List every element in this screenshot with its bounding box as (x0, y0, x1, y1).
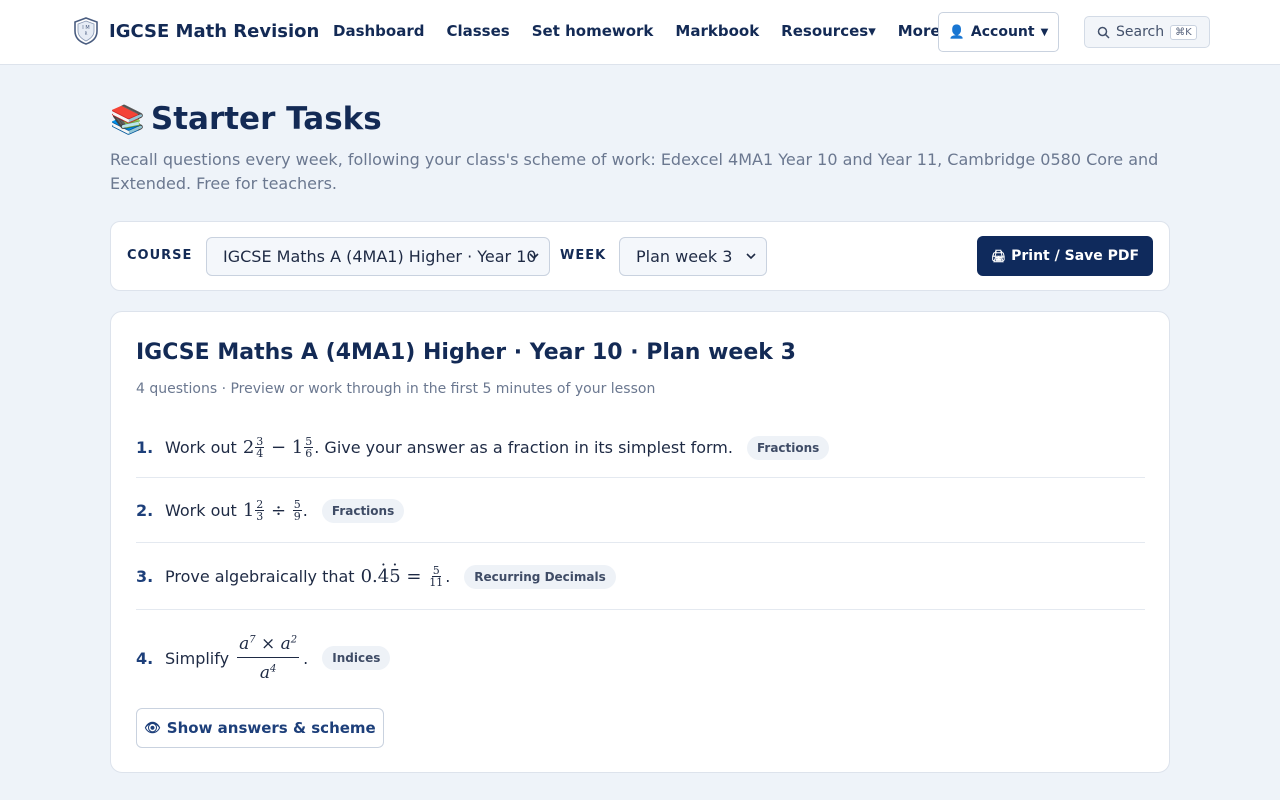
card-title: IGCSE Maths A (4MA1) Higher · Year 10 · … (136, 340, 796, 365)
week-select[interactable]: Plan week 3 (619, 237, 767, 276)
topic-tag: Fractions (321, 498, 405, 523)
question-prefix: Work out (165, 438, 237, 457)
search-label: Search (1116, 24, 1165, 40)
brand-name: IGCSE Math Revision (109, 20, 320, 42)
chevron-down-icon: ▼ (1040, 26, 1049, 38)
chevron-down-icon (529, 253, 539, 260)
brand[interactable]: I M R IGCSE Math Revision (73, 17, 319, 45)
account-label: Account (970, 24, 1035, 40)
shield-logo-icon: I M R (74, 17, 98, 45)
course-select-value: IGCSE Maths A (4MA1) Higher · Year 10 (223, 247, 537, 266)
eye-icon: 👁 (144, 720, 161, 736)
question-suffix: . (302, 501, 308, 520)
question-suffix: . (445, 567, 451, 586)
math-expression: 0.45 = 511 (361, 565, 446, 588)
question-suffix: . Give your answer as a fraction in its … (314, 438, 733, 457)
week-label: WEEK (560, 248, 607, 263)
question-prefix: Work out (165, 501, 237, 520)
nav-resources-dropdown[interactable]: Resources▾ (781, 22, 876, 40)
topic-tag: Recurring Decimals (464, 564, 616, 589)
question-row: 2. Work out 123 ÷ 59 . Fractions (136, 479, 1145, 543)
controls-card: COURSE IGCSE Maths A (4MA1) Higher · Yea… (110, 221, 1170, 291)
user-icon: 👤 (948, 24, 965, 40)
books-icon: 📚 (110, 103, 145, 136)
question-prefix: Simplify (165, 648, 230, 668)
question-number: 4. (136, 648, 154, 668)
page-title: 📚 Starter Tasks (110, 101, 382, 137)
printer-icon: 🖨 (990, 249, 1007, 263)
top-navbar: I M R IGCSE Math Revision Dashboard Clas… (0, 0, 1280, 65)
show-answers-label: Show answers & scheme (166, 719, 376, 737)
question-number: 3. (136, 567, 154, 586)
nav-classes[interactable]: Classes (446, 22, 509, 40)
course-select[interactable]: IGCSE Maths A (4MA1) Higher · Year 10 (206, 237, 550, 276)
keyboard-shortcut: ⌘K (1170, 24, 1197, 40)
math-expression: 234 − 156 (242, 435, 314, 460)
question-suffix: . (303, 648, 309, 668)
question-row: 3. Prove algebraically that 0.45 = 511 .… (136, 544, 1145, 610)
week-select-value: Plan week 3 (636, 247, 733, 266)
svg-text:R: R (85, 31, 88, 36)
question-number: 2. (136, 501, 154, 520)
nav-links: Dashboard Classes Set homework Markbook … (333, 22, 970, 40)
topic-tag: Fractions (746, 435, 830, 460)
chevron-down-icon (746, 253, 756, 260)
nav-set-homework[interactable]: Set homework (532, 22, 654, 40)
search-icon (1097, 26, 1110, 39)
card-meta: 4 questions · Preview or work through in… (136, 381, 656, 397)
show-answers-button[interactable]: 👁 Show answers & scheme (136, 708, 384, 748)
nav-dashboard[interactable]: Dashboard (333, 22, 424, 40)
topic-tag: Indices (322, 646, 391, 670)
question-number: 1. (136, 438, 154, 457)
search-button[interactable]: Search ⌘K (1084, 16, 1210, 48)
question-row: 1. Work out 234 − 156 . Give your answer… (136, 418, 1145, 478)
course-label: COURSE (127, 248, 193, 263)
account-button[interactable]: 👤 Account ▼ (938, 12, 1059, 52)
math-expression: 123 ÷ 59 (242, 498, 302, 523)
page-subtitle: Recall questions every week, following y… (110, 150, 1159, 193)
questions-card: IGCSE Maths A (4MA1) Higher · Year 10 · … (110, 311, 1170, 773)
page-title-text: Starter Tasks (150, 101, 382, 137)
question-prefix: Prove algebraically that (165, 567, 355, 586)
question-row: 4. Simplify a7 × a2 a4 . Indices (136, 618, 1145, 698)
print-label: Print / Save PDF (1011, 248, 1140, 264)
nav-markbook[interactable]: Markbook (675, 22, 759, 40)
math-expression: a7 × a2 a4 (237, 633, 300, 683)
print-save-pdf-button[interactable]: 🖨 Print / Save PDF (977, 236, 1153, 276)
